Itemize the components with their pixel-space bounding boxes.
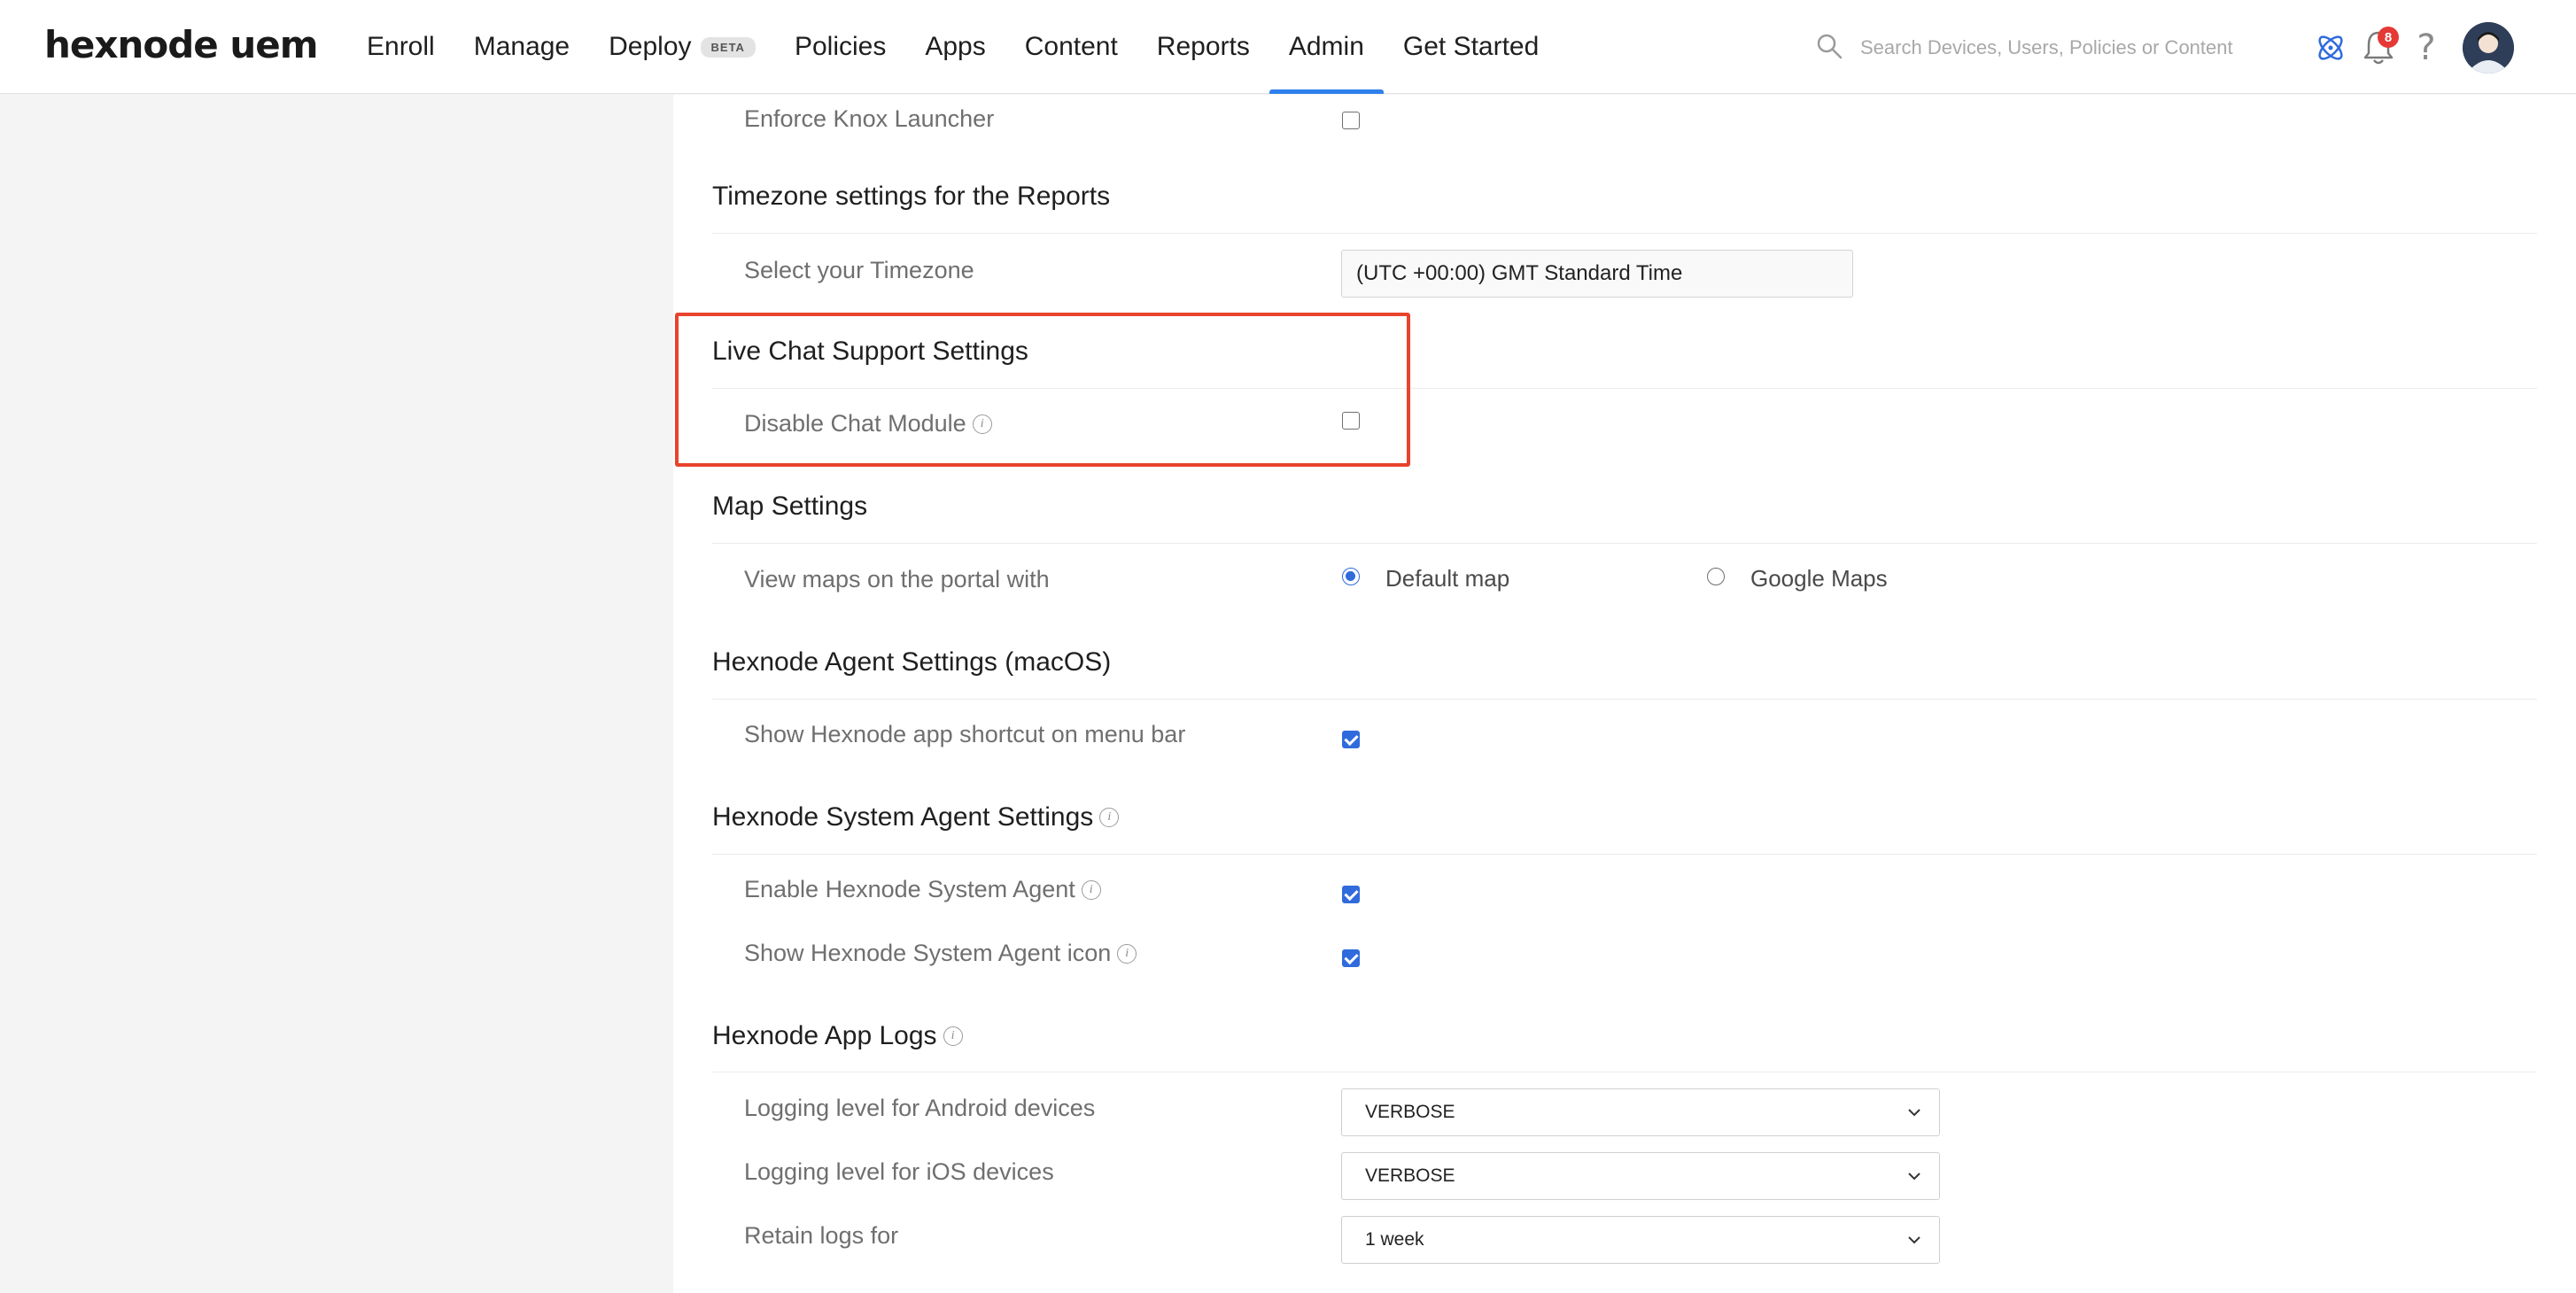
menu-bar-shortcut-label: Show Hexnode app shortcut on menu bar (744, 721, 1186, 747)
info-icon[interactable]: i (1117, 943, 1137, 964)
nav-reports-label: Reports (1156, 32, 1250, 61)
agent-macos-section-title: Hexnode Agent Settings (macOS) (712, 647, 1112, 677)
top-icons: 8 ? (2307, 21, 2514, 74)
enable-system-agent-label: Enable Hexnode System Agent (744, 876, 1075, 902)
disable-chat-checkbox[interactable] (1342, 412, 1360, 430)
timezone-value: (UTC +00:00) GMT Standard Time (1356, 261, 1683, 285)
nav-content[interactable]: Content (1005, 0, 1137, 94)
google-maps-label: Google Maps (1750, 565, 1888, 592)
nav-reports[interactable]: Reports (1137, 0, 1269, 94)
nav-admin-label: Admin (1288, 32, 1364, 61)
notification-bell[interactable]: 8 (2355, 21, 2402, 74)
retain-logs-label: Retain logs for (744, 1222, 899, 1249)
divider (712, 233, 2537, 234)
android-logging-select[interactable]: VERBOSE (1341, 1088, 1940, 1136)
default-map-label: Default map (1385, 565, 1510, 592)
nav-apps[interactable]: Apps (905, 0, 1005, 94)
info-icon[interactable]: i (943, 1026, 963, 1046)
chevron-down-icon (1908, 1109, 1920, 1117)
ios-logging-label: Logging level for iOS devices (744, 1158, 1054, 1185)
search-icon[interactable] (1816, 33, 1843, 64)
info-icon[interactable]: i (1081, 879, 1101, 900)
nav-admin[interactable]: Admin (1269, 0, 1384, 94)
app-logs-section-title: Hexnode App Logs i (712, 1021, 963, 1051)
enable-system-agent-row: Enable Hexnode System Agent i (744, 876, 1101, 903)
disable-chat-label: Disable Chat Module (744, 410, 966, 437)
system-agent-icon-checkbox[interactable] (1342, 949, 1360, 967)
livechat-section-title: Live Chat Support Settings (712, 337, 1028, 366)
knox-launcher-label: Enforce Knox Launcher (744, 105, 995, 132)
retain-logs-value: 1 week (1365, 1229, 1424, 1250)
divider (712, 854, 2537, 855)
nav-deploy[interactable]: Deploy BETA (589, 0, 775, 94)
google-maps-radio[interactable] (1707, 568, 1725, 585)
help-glyph: ? (2417, 27, 2436, 68)
avatar[interactable] (2463, 22, 2514, 74)
ios-logging-select[interactable]: VERBOSE (1341, 1152, 1940, 1200)
system-agent-section-title: Hexnode System Agent Settings i (712, 802, 1120, 832)
nav-apps-label: Apps (925, 32, 986, 61)
info-icon[interactable]: i (972, 414, 992, 434)
nav-get-started[interactable]: Get Started (1384, 0, 1558, 94)
notification-count-badge: 8 (2378, 27, 2399, 48)
system-agent-icon-row: Show Hexnode System Agent icon i (744, 940, 1137, 967)
retain-logs-select[interactable]: 1 week (1341, 1216, 1940, 1264)
menu-bar-shortcut-checkbox[interactable] (1342, 731, 1360, 748)
hexnode-logo[interactable]: hexnode uem (44, 23, 319, 66)
timezone-label: Select your Timezone (744, 257, 974, 283)
top-navigation-bar: hexnode uem Enroll Manage Deploy BETA Pol… (0, 0, 2576, 94)
ios-logging-value: VERBOSE (1365, 1165, 1455, 1186)
info-icon[interactable]: i (1099, 808, 1120, 827)
nav-deploy-label: Deploy (609, 32, 692, 61)
help-icon[interactable]: ? (2402, 21, 2450, 74)
nav-manage-label: Manage (473, 32, 570, 61)
nav-content-label: Content (1024, 32, 1118, 61)
nav-policies[interactable]: Policies (775, 0, 905, 94)
default-map-radio[interactable] (1342, 568, 1360, 585)
chevron-down-icon (1908, 1173, 1920, 1181)
global-search (1816, 28, 2241, 67)
divider (712, 543, 2537, 544)
chevron-down-icon (1908, 1236, 1920, 1244)
app-logs-title-text: Hexnode App Logs (712, 1021, 937, 1050)
timezone-section-title: Timezone settings for the Reports (712, 182, 1111, 211)
knox-launcher-checkbox[interactable] (1342, 112, 1360, 129)
map-section-title: Map Settings (712, 492, 868, 521)
nav-enroll[interactable]: Enroll (347, 0, 454, 94)
enable-system-agent-checkbox[interactable] (1342, 886, 1360, 903)
timezone-field[interactable]: (UTC +00:00) GMT Standard Time (1341, 250, 1853, 298)
divider (712, 388, 2537, 389)
nav-get-started-label: Get Started (1402, 32, 1540, 61)
main-nav: Enroll Manage Deploy BETA Policies Apps C… (347, 0, 1558, 94)
map-label: View maps on the portal with (744, 566, 1050, 592)
divider (712, 699, 2537, 700)
nav-policies-label: Policies (794, 32, 887, 61)
android-logging-value: VERBOSE (1365, 1102, 1455, 1122)
beta-badge: BETA (700, 36, 756, 58)
hexnode-atom-icon[interactable] (2307, 21, 2355, 74)
system-agent-title-text: Hexnode System Agent Settings (712, 802, 1094, 832)
system-agent-icon-label: Show Hexnode System Agent icon (744, 940, 1112, 966)
disable-chat-row: Disable Chat Module i (744, 410, 992, 437)
android-logging-label: Logging level for Android devices (744, 1095, 1096, 1121)
search-input[interactable] (1858, 35, 2241, 60)
nav-enroll-label: Enroll (367, 32, 435, 61)
nav-manage[interactable]: Manage (454, 0, 589, 94)
settings-panel: Enforce Knox Launcher Timezone settings … (673, 95, 2576, 1293)
